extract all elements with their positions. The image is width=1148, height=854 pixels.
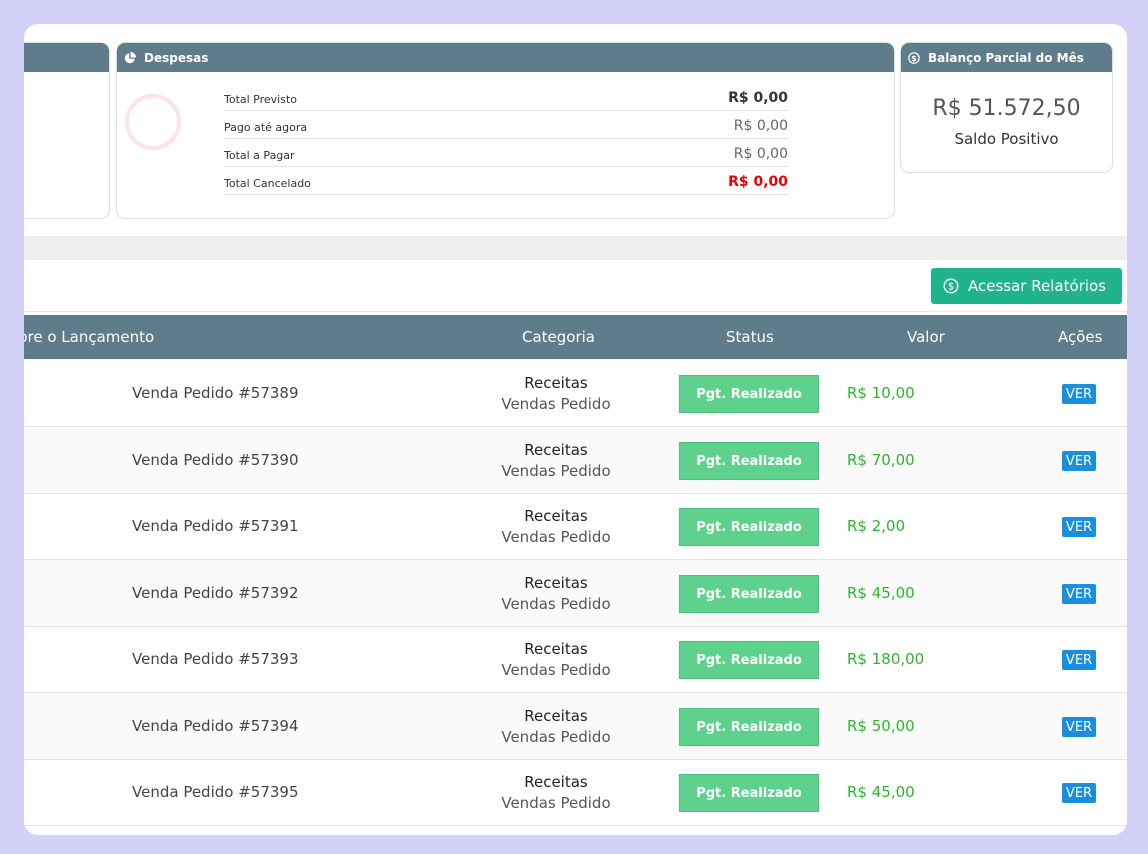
column-header-status[interactable]: Status xyxy=(726,328,774,346)
status-badge: Pgt. Realizado xyxy=(679,774,819,812)
row-description: Venda Pedido #57395 xyxy=(132,783,299,801)
column-header-category[interactable]: Categoria xyxy=(522,328,595,346)
view-button[interactable]: VER xyxy=(1062,517,1096,537)
column-header-actions[interactable]: Ações xyxy=(1058,328,1102,346)
row-description: Venda Pedido #57391 xyxy=(132,517,299,535)
stat-row-total-previsto: Total Previsto R$ 0,00 xyxy=(224,83,788,111)
row-category: Receitas xyxy=(524,374,588,392)
row-value: R$ 10,00 xyxy=(847,384,915,402)
stat-value: R$ 0,00 xyxy=(728,90,788,106)
row-subcategory: Vendas Pedido xyxy=(501,728,611,746)
stat-row-a-pagar: Total a Pagar R$ 0,00 xyxy=(224,139,788,167)
row-description: Venda Pedido #57394 xyxy=(132,717,299,735)
row-value: R$ 180,00 xyxy=(847,650,925,668)
table-row: Venda Pedido #57394 Receitas Vendas Pedi… xyxy=(24,693,1127,760)
access-reports-button[interactable]: $ Acessar Relatórios xyxy=(931,268,1122,304)
row-subcategory: Vendas Pedido xyxy=(501,595,611,613)
stat-label: Total Previsto xyxy=(224,93,298,106)
toolbar-divider xyxy=(24,311,1127,312)
revenue-card xyxy=(24,42,110,219)
stat-row-pago: Pago até agora R$ 0,00 xyxy=(224,111,788,139)
row-category: Receitas xyxy=(524,441,588,459)
row-description: Venda Pedido #57392 xyxy=(132,584,299,602)
view-button[interactable]: VER xyxy=(1062,451,1096,471)
view-button[interactable]: VER xyxy=(1062,384,1096,404)
balance-card-header: $ Balanço Parcial do Mês xyxy=(901,43,1112,72)
status-badge: Pgt. Realizado xyxy=(679,575,819,613)
row-subcategory: Vendas Pedido xyxy=(501,794,611,812)
dollar-circle-icon: $ xyxy=(908,51,920,64)
dollar-circle-icon: $ xyxy=(943,278,959,294)
row-value: R$ 70,00 xyxy=(847,451,915,469)
stat-label: Total a Pagar xyxy=(224,149,295,162)
balance-value: R$ 51.572,50 xyxy=(932,96,1081,121)
section-divider xyxy=(24,236,1127,260)
row-category: Receitas xyxy=(524,640,588,658)
expenses-donut-chart xyxy=(125,94,181,150)
balance-status: Saldo Positivo xyxy=(954,130,1059,148)
view-button[interactable]: VER xyxy=(1062,650,1096,670)
row-subcategory: Vendas Pedido xyxy=(501,395,611,413)
table-row: Venda Pedido #57391 Receitas Vendas Pedi… xyxy=(24,493,1127,560)
row-description: Venda Pedido #57389 xyxy=(132,384,299,402)
row-subcategory: Vendas Pedido xyxy=(501,661,611,679)
table-row: Venda Pedido #57395 Receitas Vendas Pedi… xyxy=(24,759,1127,826)
table-row: Venda Pedido #57392 Receitas Vendas Pedi… xyxy=(24,560,1127,627)
row-category: Receitas xyxy=(524,507,588,525)
table-row: Venda Pedido #57390 Receitas Vendas Pedi… xyxy=(24,427,1127,494)
view-button[interactable]: VER xyxy=(1062,717,1096,737)
expenses-card-title: Despesas xyxy=(144,50,209,65)
row-description: Venda Pedido #57393 xyxy=(132,650,299,668)
column-header-description[interactable]: bre o Lançamento xyxy=(24,328,154,346)
view-button[interactable]: VER xyxy=(1062,584,1096,604)
expenses-card: Despesas Total Previsto R$ 0,00 Pago até… xyxy=(116,42,895,219)
row-category: Receitas xyxy=(524,773,588,791)
status-badge: Pgt. Realizado xyxy=(679,375,819,413)
expenses-card-header: Despesas xyxy=(117,43,894,72)
stat-row-cancelado: Total Cancelado R$ 0,00 xyxy=(224,167,788,195)
row-category: Receitas xyxy=(524,707,588,725)
stat-label: Pago até agora xyxy=(224,121,308,134)
table-header: bre o Lançamento Categoria Status Valor … xyxy=(24,315,1127,359)
balance-card-title: Balanço Parcial do Mês xyxy=(928,50,1084,65)
view-button[interactable]: VER xyxy=(1062,783,1096,803)
pie-chart-icon xyxy=(124,51,136,63)
app-frame: Despesas Total Previsto R$ 0,00 Pago até… xyxy=(24,24,1127,835)
svg-text:$: $ xyxy=(911,53,917,62)
column-header-value[interactable]: Valor xyxy=(907,328,945,346)
stat-value: R$ 0,00 xyxy=(733,146,788,162)
access-reports-label: Acessar Relatórios xyxy=(968,277,1106,295)
balance-card: $ Balanço Parcial do Mês R$ 51.572,50 Sa… xyxy=(900,42,1113,173)
stat-value: R$ 0,00 xyxy=(733,118,788,134)
row-value: R$ 50,00 xyxy=(847,717,915,735)
row-description: Venda Pedido #57390 xyxy=(132,451,299,469)
row-value: R$ 45,00 xyxy=(847,783,915,801)
row-value: R$ 2,00 xyxy=(847,517,906,535)
row-category: Receitas xyxy=(524,574,588,592)
table-row: Venda Pedido #57393 Receitas Vendas Pedi… xyxy=(24,626,1127,693)
row-value: R$ 45,00 xyxy=(847,584,915,602)
svg-text:$: $ xyxy=(948,282,954,293)
revenue-card-header xyxy=(24,43,109,72)
row-subcategory: Vendas Pedido xyxy=(501,528,611,546)
status-badge: Pgt. Realizado xyxy=(679,641,819,679)
stat-value: R$ 0,00 xyxy=(728,174,788,190)
status-badge: Pgt. Realizado xyxy=(679,508,819,546)
row-subcategory: Vendas Pedido xyxy=(501,462,611,480)
table-row: Venda Pedido #57389 Receitas Vendas Pedi… xyxy=(24,360,1127,427)
status-badge: Pgt. Realizado xyxy=(679,442,819,480)
status-badge: Pgt. Realizado xyxy=(679,708,819,746)
stat-label: Total Cancelado xyxy=(224,177,311,190)
